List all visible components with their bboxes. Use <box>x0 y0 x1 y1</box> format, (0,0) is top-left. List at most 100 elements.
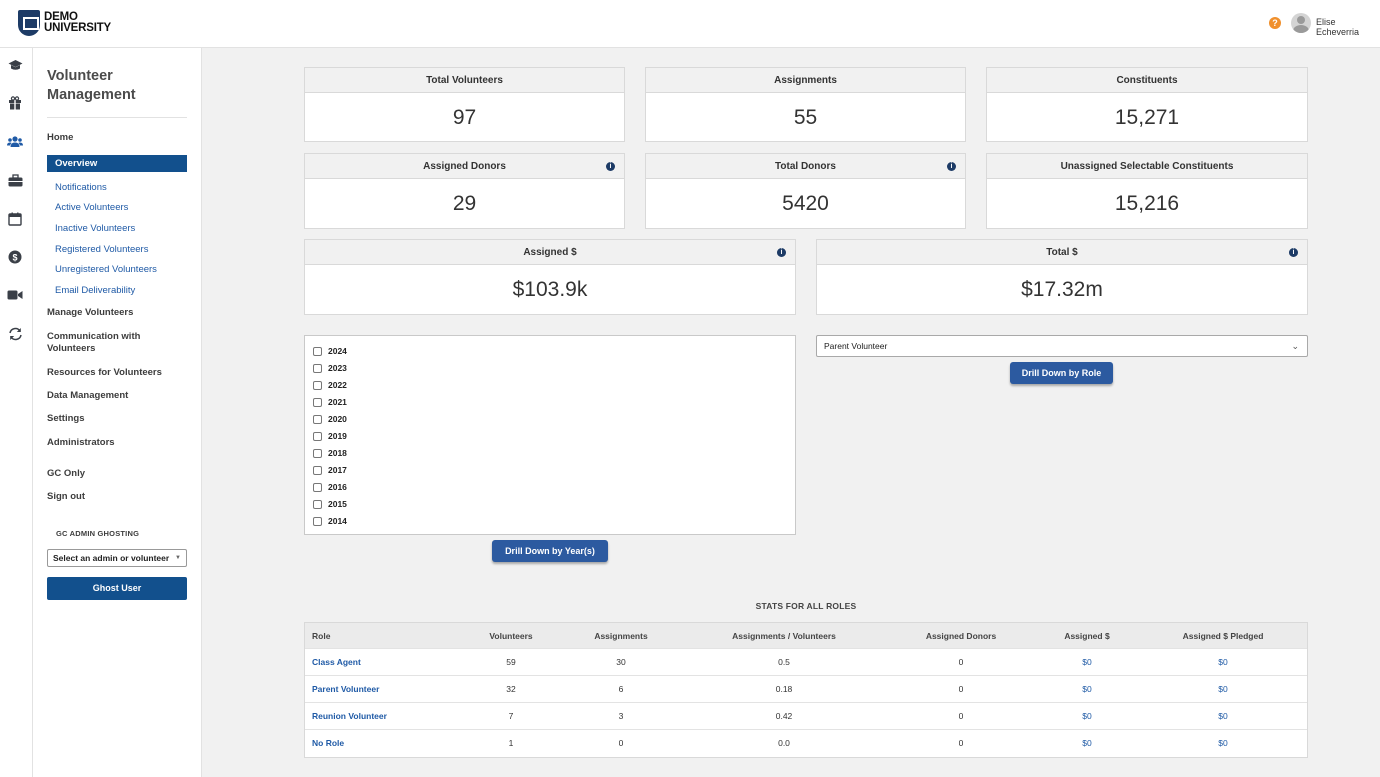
year-option[interactable]: 2017 <box>313 464 347 476</box>
card-value: 15,271 <box>1114 106 1180 129</box>
sidebar-item-email-deliverability[interactable]: Email Deliverability <box>55 285 135 296</box>
checkbox[interactable] <box>313 397 322 407</box>
table-row: Class Agent 59 30 0.5 0 $0 $0 <box>305 649 1307 676</box>
role-link[interactable]: Class Agent <box>312 649 361 676</box>
year-option[interactable]: 2024 <box>313 345 347 357</box>
cell-assigned-pledged[interactable]: $0 <box>1218 730 1227 757</box>
year-option[interactable]: 2015 <box>313 498 347 510</box>
cell-assignments: 30 <box>616 657 626 667</box>
card-label: Assigned Donors <box>423 161 506 172</box>
checkbox[interactable] <box>313 363 322 373</box>
sidebar-item-inactive-volunteers[interactable]: Inactive Volunteers <box>55 223 135 234</box>
card-assigned-dollars: Assigned $ i $103.9k <box>304 239 796 315</box>
cell-assigned-pledged[interactable]: $0 <box>1218 676 1227 703</box>
ghost-user-button[interactable]: Ghost User <box>47 577 187 600</box>
year-option[interactable]: 2022 <box>313 379 347 391</box>
checkbox[interactable] <box>313 516 322 526</box>
checkbox[interactable] <box>313 380 322 390</box>
sidebar-item-gc-only[interactable]: GC Only <box>47 468 187 480</box>
sidebar-item-overview[interactable]: Overview <box>47 155 187 172</box>
drill-down-role-button[interactable]: Drill Down by Role <box>1010 362 1113 384</box>
avatar[interactable] <box>1291 13 1311 33</box>
checkbox[interactable] <box>313 414 322 424</box>
role-select[interactable]: Parent Volunteer ⌄ <box>816 335 1308 357</box>
column-header-assignments[interactable]: Assignments <box>594 623 647 649</box>
year-option-partial[interactable] <box>313 532 328 534</box>
sidebar-divider <box>47 117 187 118</box>
sidebar-item-unregistered-volunteers[interactable]: Unregistered Volunteers <box>55 264 157 275</box>
drill-down-year-button[interactable]: Drill Down by Year(s) <box>492 540 608 562</box>
briefcase-icon[interactable] <box>7 174 23 188</box>
cell-assigned-dollars[interactable]: $0 <box>1082 649 1091 676</box>
info-icon[interactable]: i <box>606 162 615 171</box>
year-option[interactable]: 2021 <box>313 396 347 408</box>
year-option[interactable]: 2014 <box>313 515 347 527</box>
checkbox[interactable] <box>313 346 322 356</box>
sidebar-item-communication[interactable]: Communication with Volunteers <box>47 331 157 355</box>
logo-line-2: UNIVERSITY <box>44 22 112 34</box>
graduation-cap-icon[interactable] <box>7 59 23 73</box>
video-icon[interactable] <box>7 289 23 303</box>
card-assignments: Assignments 55 <box>645 67 966 142</box>
stats-table: Role Volunteers Assignments Assignments … <box>304 622 1308 758</box>
cell-assigned-donors: 0 <box>958 738 964 748</box>
year-option[interactable]: 2018 <box>313 447 347 459</box>
cell-assigned-pledged[interactable]: $0 <box>1218 703 1227 730</box>
sidebar-item-sign-out[interactable]: Sign out <box>47 491 187 503</box>
year-option[interactable]: 2023 <box>313 362 347 374</box>
role-link[interactable]: No Role <box>312 730 344 757</box>
gift-icon[interactable] <box>7 96 23 110</box>
user-name[interactable]: Elise Echeverria <box>1316 17 1380 37</box>
card-constituents: Constituents 15,271 <box>986 67 1308 142</box>
ghosting-label: GC ADMIN GHOSTING <box>56 529 140 538</box>
cell-assigned-dollars[interactable]: $0 <box>1082 676 1091 703</box>
year-option[interactable]: 2016 <box>313 481 347 493</box>
sidebar-item-home[interactable]: Home <box>47 132 187 144</box>
sidebar-item-resources[interactable]: Resources for Volunteers <box>47 367 187 379</box>
users-icon[interactable] <box>7 135 23 149</box>
sidebar-item-notifications[interactable]: Notifications <box>55 182 107 193</box>
cell-volunteers: 1 <box>508 738 514 748</box>
column-header-volunteers[interactable]: Volunteers <box>489 623 532 649</box>
checkbox[interactable] <box>313 482 322 492</box>
sidebar-item-data-management[interactable]: Data Management <box>47 390 187 402</box>
card-value: $103.9k <box>512 278 588 301</box>
checkbox[interactable] <box>313 431 322 441</box>
calendar-icon[interactable] <box>7 212 23 226</box>
top-header: DEMO UNIVERSITY ? Elise Echeverria <box>0 0 1380 48</box>
cell-assigned-dollars[interactable]: $0 <box>1082 703 1091 730</box>
sidebar-item-administrators[interactable]: Administrators <box>47 437 187 449</box>
help-icon[interactable]: ? <box>1269 17 1281 29</box>
column-header-role[interactable]: Role <box>312 623 330 649</box>
checkbox[interactable] <box>313 533 322 534</box>
year-option[interactable]: 2019 <box>313 430 347 442</box>
column-header-assigned-dollars[interactable]: Assigned $ <box>1064 623 1109 649</box>
checkbox[interactable] <box>313 448 322 458</box>
cell-assigned-pledged[interactable]: $0 <box>1218 649 1227 676</box>
cell-ratio: 0.18 <box>775 684 793 694</box>
role-link[interactable]: Reunion Volunteer <box>312 703 387 730</box>
ghost-user-select[interactable]: Select an admin or volunteer ▼ <box>47 549 187 567</box>
sidebar-item-manage-volunteers[interactable]: Manage Volunteers <box>47 307 187 319</box>
checkbox[interactable] <box>313 499 322 509</box>
info-icon[interactable]: i <box>777 248 786 257</box>
svg-text:$: $ <box>12 252 17 262</box>
sidebar-item-active-volunteers[interactable]: Active Volunteers <box>55 202 128 213</box>
year-option[interactable]: 2020 <box>313 413 347 425</box>
cell-assigned-dollars[interactable]: $0 <box>1082 730 1091 757</box>
year-checklist[interactable]: 2024 2023 2022 2021 2020 2019 2018 2017 … <box>304 335 796 535</box>
stats-title: STATS FOR ALL ROLES <box>755 601 857 611</box>
column-header-assigned-pledged[interactable]: Assigned $ Pledged <box>1183 623 1264 649</box>
sync-icon[interactable] <box>7 327 23 341</box>
info-icon[interactable]: i <box>1289 248 1298 257</box>
sidebar-item-registered-volunteers[interactable]: Registered Volunteers <box>55 244 148 255</box>
university-logo[interactable]: DEMO UNIVERSITY <box>18 10 111 36</box>
column-header-assigned-donors[interactable]: Assigned Donors <box>926 623 996 649</box>
dollar-icon[interactable]: $ <box>7 250 23 264</box>
checkbox[interactable] <box>313 465 322 475</box>
role-link[interactable]: Parent Volunteer <box>312 676 379 703</box>
column-header-ratio[interactable]: Assignments / Volunteers <box>732 623 836 649</box>
info-icon[interactable]: i <box>947 162 956 171</box>
sidebar-item-settings[interactable]: Settings <box>47 413 187 425</box>
card-value: 5420 <box>782 192 829 215</box>
